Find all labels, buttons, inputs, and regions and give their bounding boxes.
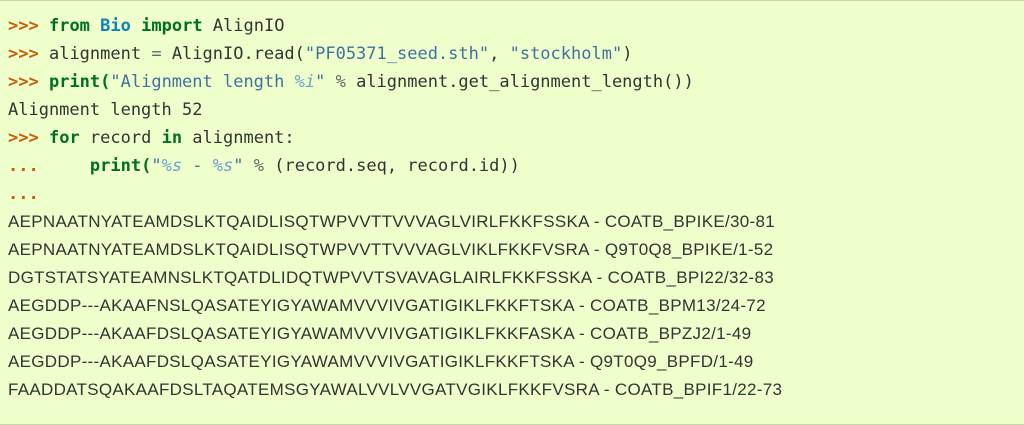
code-line-read: >>> alignment = AlignIO.read("PF05371_se… xyxy=(8,40,1024,68)
arg-separator: , xyxy=(489,44,510,64)
continuation-prompt: ... xyxy=(8,184,39,204)
format-specifier-seq: %s xyxy=(161,156,183,176)
string-literal: "Alignment length xyxy=(110,72,295,92)
output-record-line: DGTSTATSYATEAMNSLKTQATDLIDQTWPVVTSVAVAGL… xyxy=(8,268,775,287)
print-call: print( xyxy=(48,72,111,92)
keyword-from: from xyxy=(48,16,90,36)
length-expression: alignment.get_alignment_length()) xyxy=(356,72,694,92)
code-line-print-length: >>> print("Alignment length %i" % alignm… xyxy=(8,68,1024,96)
assign-operator: = xyxy=(151,44,162,64)
loop-iterable: alignment: xyxy=(182,128,295,148)
output-record-line: AEPNAATNYATEAMDSLKTQAIDLISQTWPVVTTVVVAGL… xyxy=(8,212,775,231)
output-alignment-length: Alignment length 52 xyxy=(8,100,203,120)
output-record-line: AEGDDP---AKAAFNSLQASATEYIGYAWAMVVVIVGATI… xyxy=(8,296,766,315)
module-name: Bio xyxy=(100,16,131,36)
keyword-for: for xyxy=(48,128,80,148)
filename-string: "PF05371_seed.sth" xyxy=(304,44,490,64)
output-record-line: AEPNAATNYATEAMDSLKTQAIDLISQTWPVVTTVVVAGL… xyxy=(8,240,774,259)
keyword-in: in xyxy=(161,128,183,148)
prompt: >>> xyxy=(8,16,39,36)
loop-variable: record xyxy=(79,128,162,148)
output-record-line: AEGDDP---AKAAFDSLQASATEYIGYAWAMVVVIVGATI… xyxy=(8,324,752,343)
continuation-prompt: ... xyxy=(8,156,39,176)
format-string: "stockholm" xyxy=(509,44,623,64)
prompt: >>> xyxy=(8,128,39,148)
code-line-continuation: ... xyxy=(8,180,1024,208)
output-record-line: AEGDDP---AKAAFDSLQASATEYIGYAWAMVVVIVGATI… xyxy=(8,352,754,371)
format-args: (record.seq, record.id)) xyxy=(274,156,520,176)
assign-target: alignment xyxy=(48,44,152,64)
code-line-for: >>> for record in alignment: xyxy=(8,124,1024,152)
prompt: >>> xyxy=(8,72,39,92)
string-separator: - xyxy=(182,156,213,176)
format-specifier-id: %s xyxy=(212,156,234,176)
string-quote-close: " xyxy=(233,156,244,176)
modulo-operator: % xyxy=(243,156,275,176)
python-console-block: >>> from Bio import AlignIO >>> alignmen… xyxy=(0,0,1024,425)
string-quote-open: " xyxy=(151,156,162,176)
imported-name: AlignIO xyxy=(212,16,285,36)
string-quote: " xyxy=(315,72,326,92)
code-line-print-record: ... print("%s - %s" % (record.seq, recor… xyxy=(8,152,1024,180)
prompt: >>> xyxy=(8,44,39,64)
code-line-import: >>> from Bio import AlignIO xyxy=(8,12,1024,40)
modulo-operator: % xyxy=(325,72,357,92)
read-call: AlignIO.read( xyxy=(161,44,305,64)
call-close: ) xyxy=(622,44,633,64)
output-record-line: FAADDATSQAKAAFDSLTAQATEMSGYAWALVVLVVGATV… xyxy=(8,380,783,399)
keyword-import: import xyxy=(141,16,203,36)
format-specifier: %i xyxy=(294,72,316,92)
print-call: print( xyxy=(89,156,152,176)
